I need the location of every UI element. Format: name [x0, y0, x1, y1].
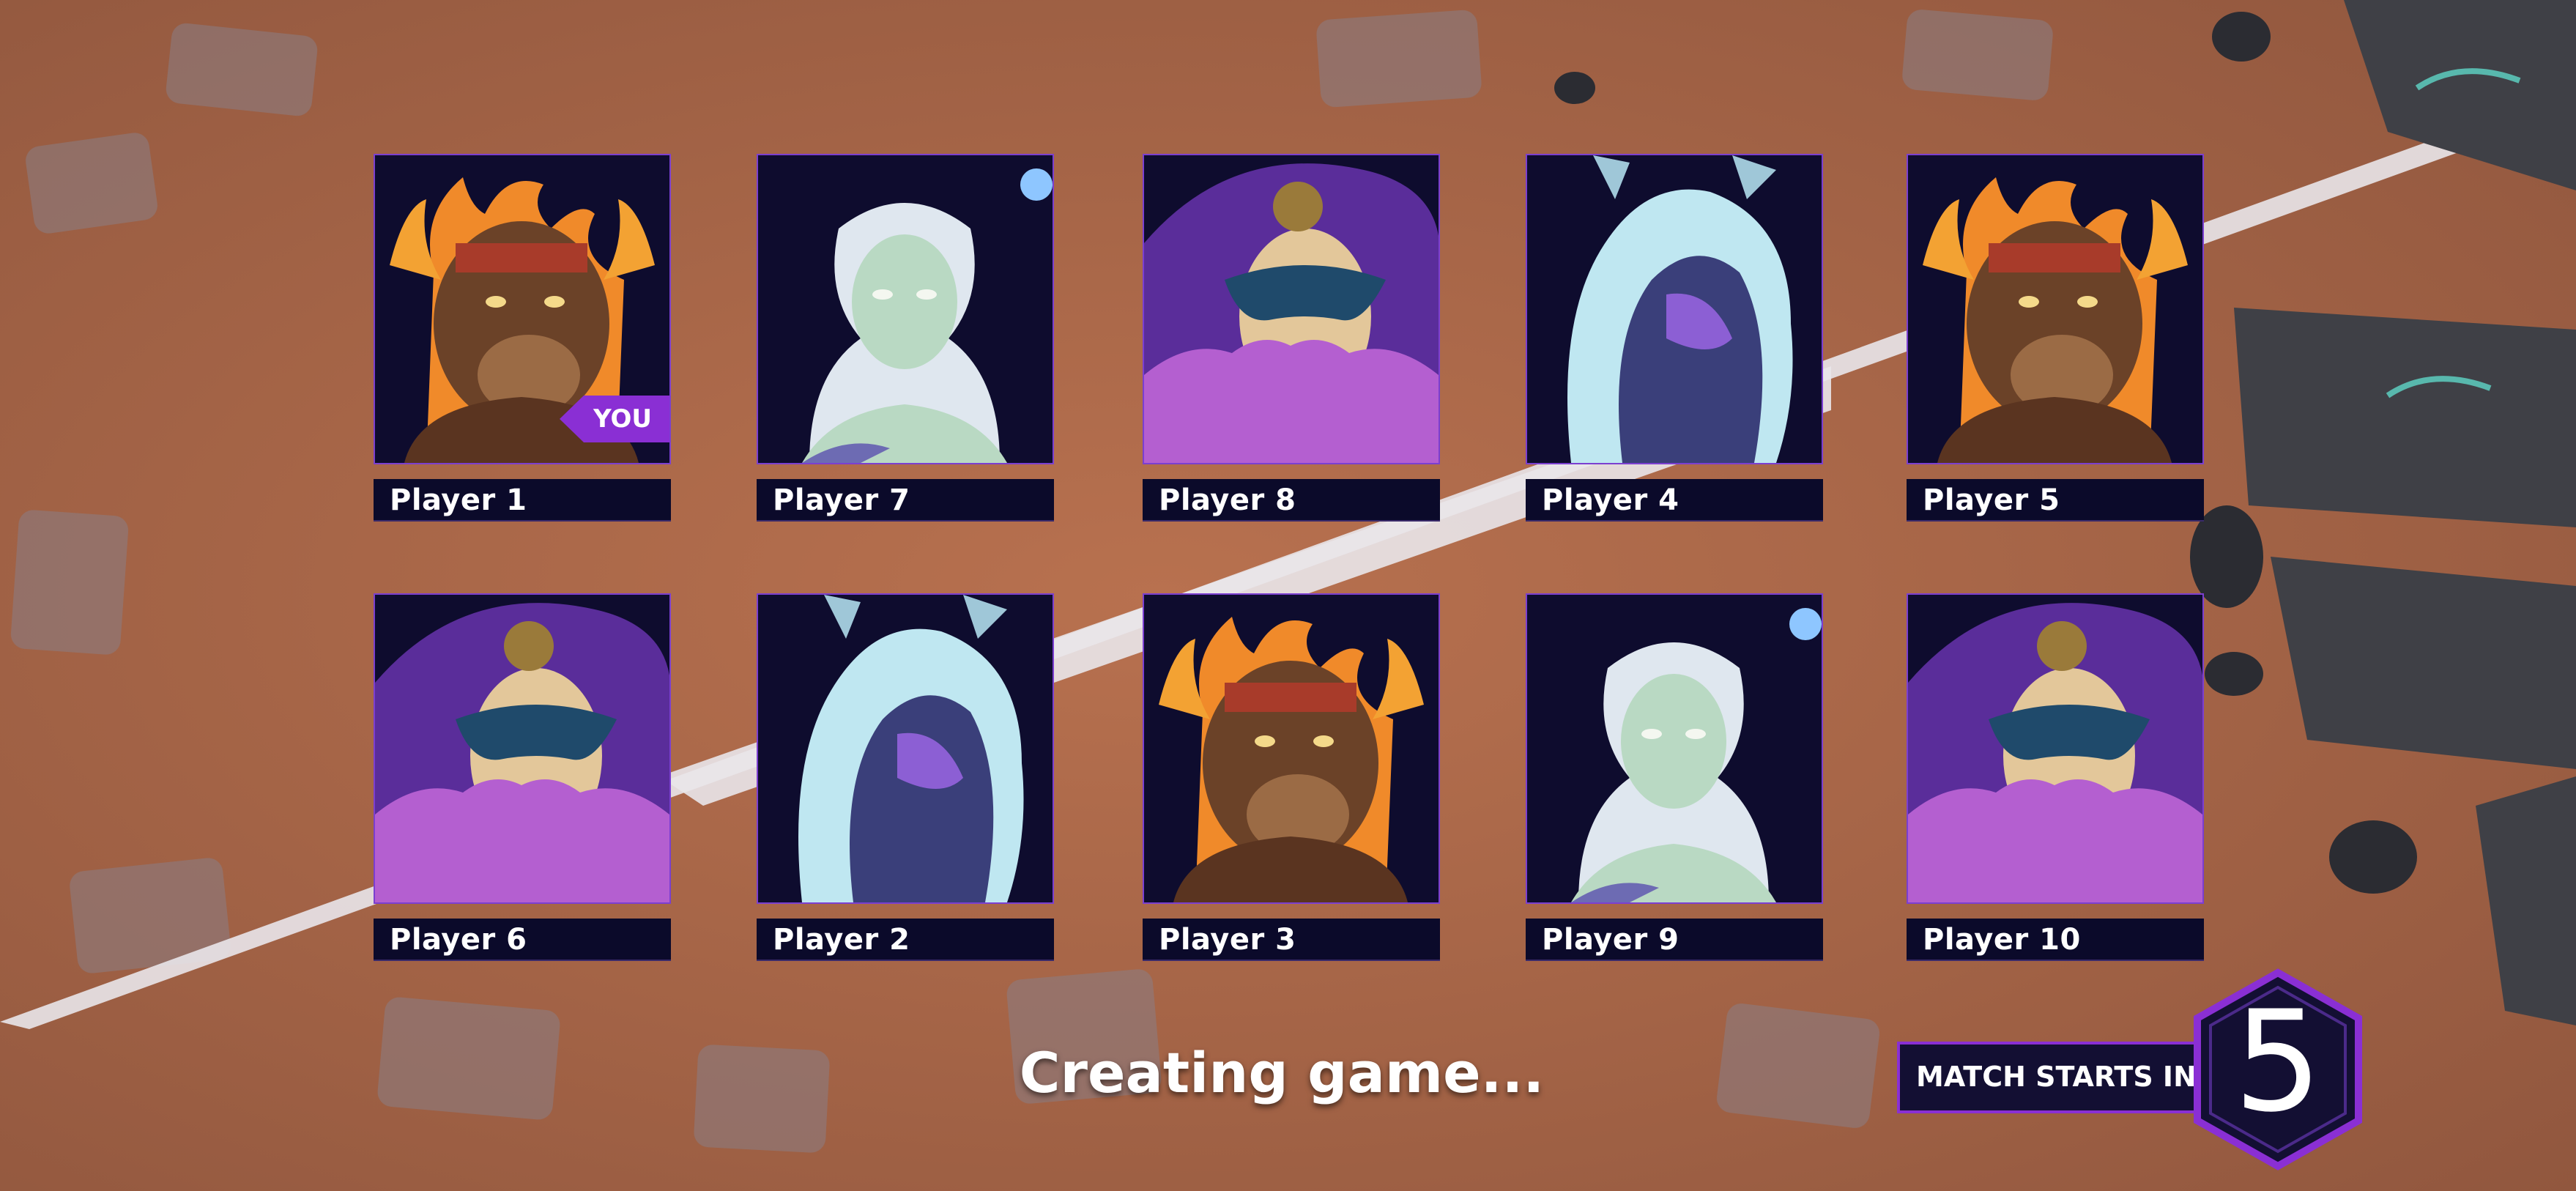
hero-portrait-ghost-lady [757, 154, 1054, 464]
player-card: Player 5 [1907, 154, 2204, 522]
hero-portrait-masked-jester [1143, 154, 1440, 464]
player-name-plate: Player 4 [1526, 479, 1823, 522]
hero-portrait-hooded-spirit [757, 593, 1054, 904]
player-name-plate: Player 8 [1143, 479, 1440, 522]
player-card: Player 3 [1143, 593, 1440, 961]
player-name-plate: Player 2 [757, 919, 1054, 961]
player-name-plate: Player 6 [374, 919, 671, 961]
countdown-label-bar: MATCH STARTS IN [1897, 1042, 2219, 1113]
player-name: Player 1 [390, 483, 527, 517]
hero-portrait-masked-jester [1907, 593, 2204, 904]
player-name: Player 2 [773, 923, 910, 957]
player-card: Player 2 [757, 593, 1054, 961]
countdown-seconds: 5 [2233, 981, 2323, 1143]
player-name-plate: Player 5 [1907, 479, 2204, 522]
hero-portrait-fire-bull [1143, 593, 1440, 904]
player-name: Player 5 [1923, 483, 2060, 517]
player-card: Player 7 [757, 154, 1054, 522]
player-name-plate: Player 9 [1526, 919, 1823, 961]
player-card: Player 8 [1143, 154, 1440, 522]
player-name-plate: Player 3 [1143, 919, 1440, 961]
status-text: Creating game... [1019, 1040, 1545, 1105]
countdown-label: MATCH STARTS IN [1916, 1061, 2197, 1093]
hero-portrait-hooded-spirit [1526, 154, 1823, 464]
player-card: YOU Player 1 [374, 154, 671, 522]
player-card: Player 10 [1907, 593, 2204, 961]
hero-portrait-fire-bull: YOU [374, 154, 671, 464]
player-card: Player 9 [1526, 593, 1823, 961]
player-name: Player 3 [1159, 923, 1296, 957]
hero-portrait-masked-jester [374, 593, 671, 904]
player-name: Player 6 [390, 923, 527, 957]
player-name: Player 10 [1923, 923, 2081, 957]
player-name-plate: Player 7 [757, 479, 1054, 522]
match-countdown: MATCH STARTS IN 5 [1897, 967, 2366, 1187]
player-name-plate: Player 1 [374, 479, 671, 522]
player-name: Player 4 [1542, 483, 1679, 517]
player-card: Player 6 [374, 593, 671, 961]
hero-portrait-fire-bull [1907, 154, 2204, 464]
player-name: Player 7 [773, 483, 910, 517]
player-name-plate: Player 10 [1907, 919, 2204, 961]
player-name: Player 9 [1542, 923, 1679, 957]
player-name: Player 8 [1159, 483, 1296, 517]
hero-portrait-ghost-lady [1526, 593, 1823, 904]
player-card: Player 4 [1526, 154, 1823, 522]
